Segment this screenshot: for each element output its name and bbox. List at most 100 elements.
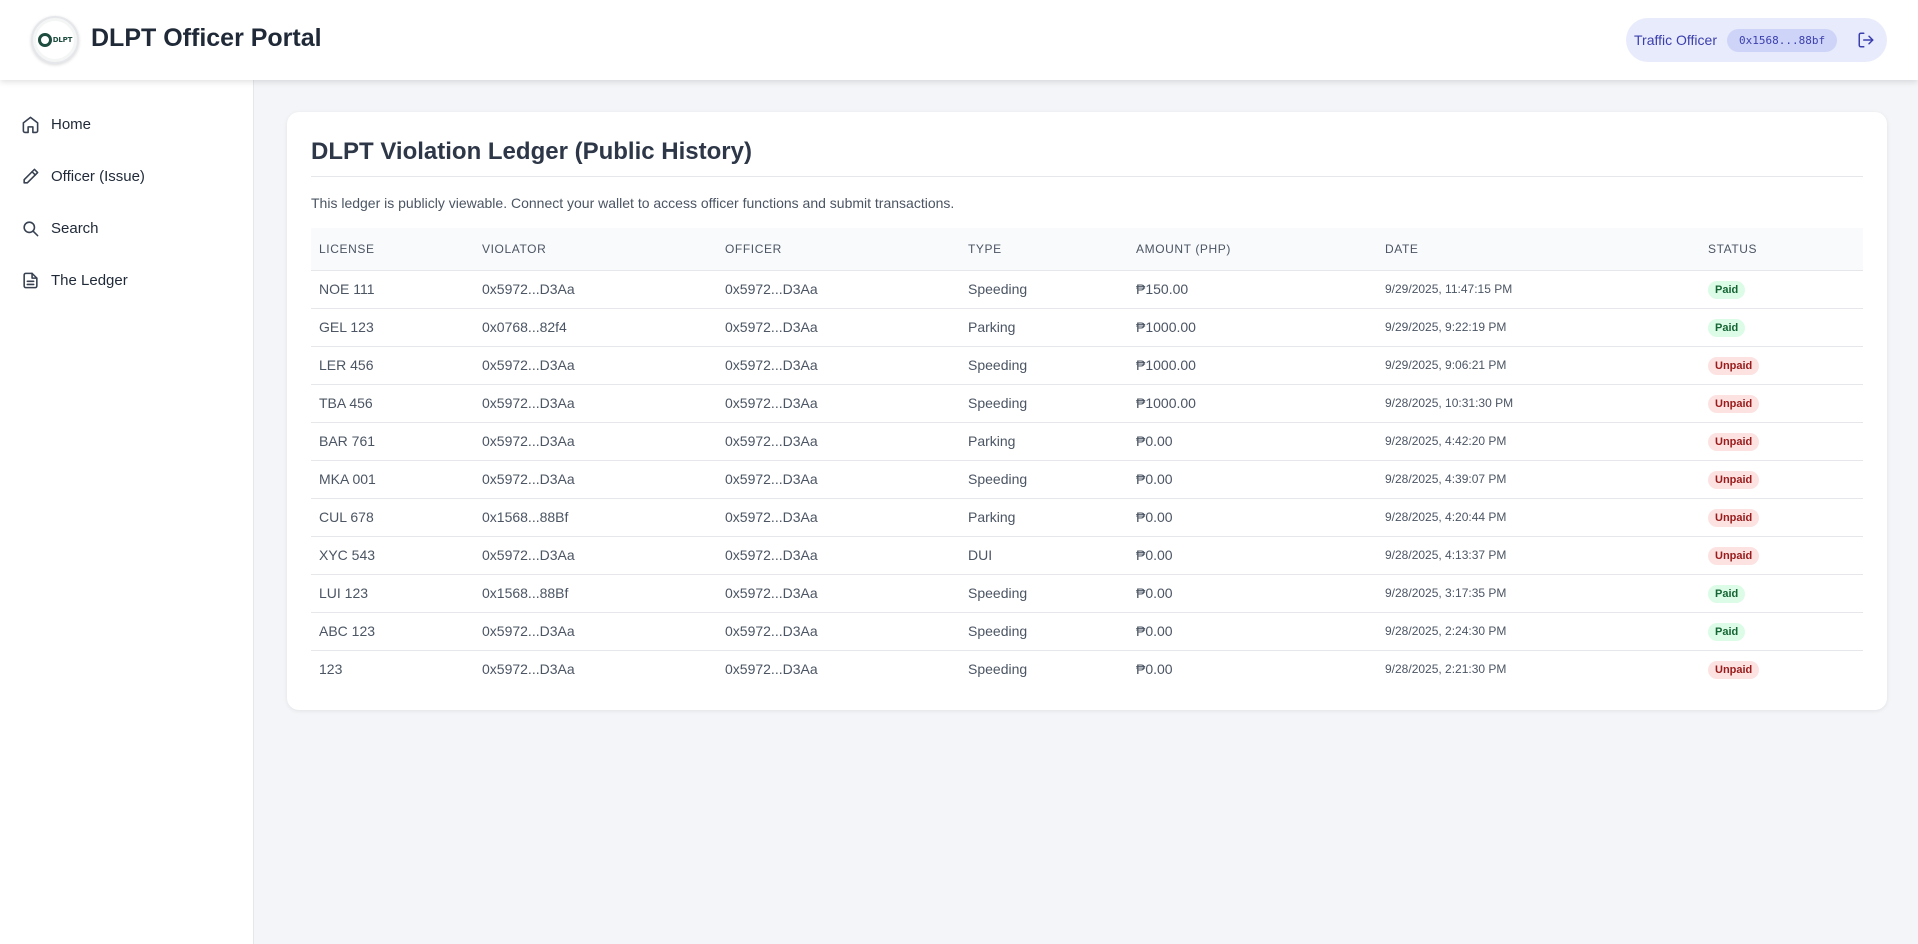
cell-date: 9/28/2025, 4:39:07 PM: [1385, 472, 1507, 486]
column-header-officer[interactable]: OFFICER: [717, 228, 960, 270]
cell-type: Speeding: [968, 623, 1028, 639]
table-row[interactable]: GEL 123 0x0768...82f4 0x5972...D3Aa Parking…: [311, 308, 1863, 346]
ledger-card: DLPT Violation Ledger (Public History) T…: [287, 112, 1887, 710]
table-row[interactable]: ABC 123 0x5972...D3Aa 0x5972...D3Aa Speedin…: [311, 612, 1863, 650]
logout-icon: [1858, 32, 1874, 48]
logout-button[interactable]: [1855, 29, 1877, 51]
cell-date: 9/28/2025, 10:31:30 PM: [1385, 396, 1514, 410]
cell-type: Speeding: [968, 395, 1028, 411]
cell-amount: ₱1000.00: [1136, 319, 1196, 335]
cell-date: 9/28/2025, 4:20:44 PM: [1385, 510, 1507, 524]
cell-license: NOE 111: [319, 281, 375, 297]
sidebar-item-officer-issue[interactable]: Officer (Issue): [0, 150, 253, 202]
cell-amount: ₱0.00: [1136, 433, 1173, 449]
cell-amount: ₱0.00: [1136, 661, 1173, 678]
search-icon: [20, 218, 40, 238]
status-badge: Unpaid: [1708, 470, 1760, 489]
home-icon: [20, 114, 40, 134]
sidebar-item-label: The Ledger: [51, 271, 128, 289]
cell-license: XYC 543: [319, 547, 376, 563]
cell-status: Unpaid: [1700, 346, 1863, 384]
cell-license: TBA 456: [319, 395, 373, 411]
sidebar-item-label: Search: [51, 219, 99, 237]
cell-license: LER 456: [319, 357, 374, 373]
logo-text: DLPT: [52, 36, 73, 44]
column-header-date[interactable]: DATE: [1377, 228, 1700, 270]
sidebar-item-search[interactable]: Search: [0, 202, 253, 254]
cell-amount: ₱0.00: [1136, 547, 1173, 563]
column-header-status[interactable]: STATUS: [1700, 228, 1863, 270]
logo-inner: DLPT: [36, 21, 74, 59]
cell-violator: 0x5972...D3Aa: [482, 357, 575, 373]
cell-type: DUI: [968, 547, 993, 563]
app-logo[interactable]: DLPT: [31, 16, 79, 64]
status-badge: Unpaid: [1708, 356, 1760, 375]
cell-date: 9/28/2025, 2:21:30 PM: [1385, 662, 1507, 677]
cell-date: 9/29/2025, 9:22:19 PM: [1385, 320, 1507, 334]
cell-violator: 0x5972...D3Aa: [482, 395, 575, 411]
sidebar-item-ledger[interactable]: The Ledger: [0, 254, 253, 306]
cell-violator: 0x1568...88Bf: [482, 585, 569, 601]
logo-mark-icon: [37, 33, 52, 47]
cell-officer: 0x5972...D3Aa: [725, 661, 818, 678]
cell-officer: 0x5972...D3Aa: [725, 357, 818, 373]
table-row[interactable]: BAR 761 0x5972...D3Aa 0x5972...D3Aa Parking…: [311, 422, 1863, 460]
cell-officer: 0x5972...D3Aa: [725, 585, 818, 601]
sidebar: Home Officer (Issue) Search The Ledger: [0, 80, 254, 944]
cell-license: CUL 678: [319, 509, 374, 525]
table-row[interactable]: TBA 456 0x5972...D3Aa 0x5972...D3Aa Speedin…: [311, 384, 1863, 422]
cell-officer: 0x5972...D3Aa: [725, 319, 818, 335]
table-row[interactable]: LER 456 0x5972...D3Aa 0x5972...D3Aa Speedin…: [311, 346, 1863, 384]
cell-violator: 0x0768...82f4: [482, 319, 567, 335]
cell-status: Unpaid: [1700, 422, 1863, 460]
column-header-amount[interactable]: AMOUNT (PHP): [1128, 228, 1377, 270]
cell-license: BAR 761: [319, 433, 376, 449]
cell-violator: 0x5972...D3Aa: [482, 623, 575, 639]
cell-date: 9/28/2025, 4:42:20 PM: [1385, 434, 1507, 448]
table-row[interactable]: LUI 123 0x1568...88Bf 0x5972...D3Aa Speedin…: [311, 574, 1863, 612]
cell-date: 9/29/2025, 11:47:15 PM: [1385, 282, 1513, 296]
cell-amount: ₱0.00: [1136, 471, 1173, 487]
cell-violator: 0x5972...D3Aa: [482, 547, 575, 563]
ledger-description: This ledger is publicly viewable. Connec…: [311, 195, 955, 211]
column-header-type[interactable]: TYPE: [960, 228, 1128, 270]
cell-status: Unpaid: [1700, 536, 1863, 574]
cell-amount: ₱1000.00: [1136, 357, 1196, 373]
column-header-violator[interactable]: VIOLATOR: [474, 228, 717, 270]
table-row[interactable]: CUL 678 0x1568...88Bf 0x5972...D3Aa Parking…: [311, 498, 1863, 536]
sidebar-item-home[interactable]: Home: [0, 98, 253, 150]
status-badge: Unpaid: [1708, 660, 1760, 679]
cell-type: Speeding: [968, 281, 1028, 297]
cell-amount: ₱150.00: [1136, 281, 1189, 297]
table-row[interactable]: 123 0x5972...D3Aa 0x5972...D3Aa Speeding ₱0.…: [311, 650, 1863, 688]
ledger-table: LICENSE VIOLATOR OFFICER TYPE AMOUNT (PH…: [311, 228, 1863, 688]
pencil-icon: [20, 166, 40, 186]
sidebar-item-label: Home: [51, 115, 92, 133]
cell-officer: 0x5972...D3Aa: [725, 395, 818, 411]
cell-type: Speeding: [968, 357, 1028, 373]
column-header-license[interactable]: LICENSE: [311, 228, 474, 270]
table-row[interactable]: NOE 111 0x5972...D3Aa 0x5972...D3Aa Speedin…: [311, 270, 1863, 308]
status-badge: Unpaid: [1708, 508, 1760, 527]
cell-officer: 0x5972...D3Aa: [725, 509, 818, 525]
sidebar-item-label: Officer (Issue): [51, 167, 145, 185]
wallet-address-chip[interactable]: 0x1568...88bf: [1726, 28, 1838, 52]
cell-type: Parking: [968, 319, 1016, 335]
cell-license: MKA 001: [319, 471, 376, 487]
cell-officer: 0x5972...D3Aa: [725, 433, 818, 449]
cell-violator: 0x1568...88Bf: [482, 509, 569, 525]
page-title: DLPT Violation Ledger (Public History): [311, 138, 752, 165]
table-row[interactable]: XYC 543 0x5972...D3Aa 0x5972...D3Aa DUI ₱0.0…: [311, 536, 1863, 574]
cell-license: 123: [319, 661, 343, 678]
cell-status: Paid: [1700, 612, 1863, 650]
table-header-row: LICENSE VIOLATOR OFFICER TYPE AMOUNT (PH…: [311, 228, 1863, 270]
cell-type: Speeding: [968, 585, 1028, 601]
status-badge: Unpaid: [1708, 546, 1760, 565]
cell-officer: 0x5972...D3Aa: [725, 281, 818, 297]
cell-amount: ₱0.00: [1136, 585, 1173, 601]
table-row[interactable]: MKA 001 0x5972...D3Aa 0x5972...D3Aa Speedin…: [311, 460, 1863, 498]
title-divider: [311, 176, 1863, 177]
cell-type: Parking: [968, 433, 1016, 449]
cell-amount: ₱0.00: [1136, 509, 1173, 525]
cell-status: Unpaid: [1700, 460, 1863, 498]
